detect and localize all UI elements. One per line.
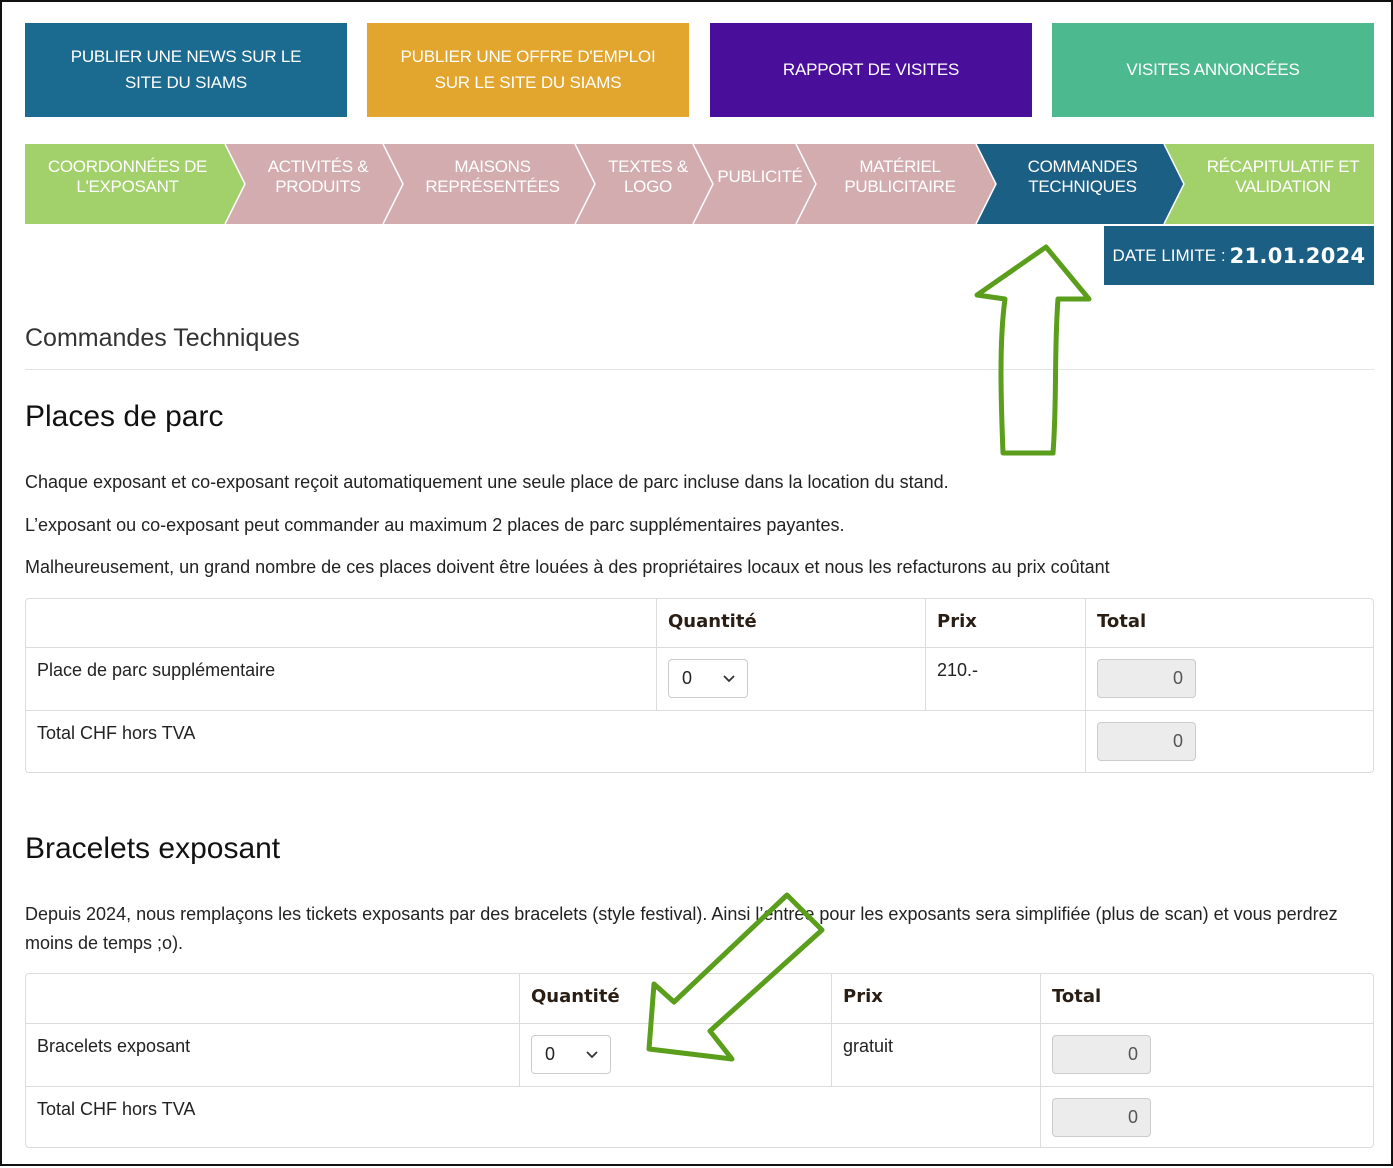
step-label: COMMANDES TECHNIQUES bbox=[1027, 157, 1138, 196]
parking-paragraph-1: Chaque exposant et co-exposant reçoit au… bbox=[25, 472, 949, 492]
step-materiel[interactable]: MATÉRIEL PUBLICITAIRE bbox=[825, 144, 975, 224]
step-progress-bar: COORDONNÉES DE L'EXPOSANT ACTIVITÉS & PR… bbox=[25, 144, 1374, 224]
deadline-label: DATE LIMITE : bbox=[1112, 245, 1226, 265]
select-value: 0 bbox=[682, 668, 693, 688]
step-label: ACTIVITÉS & PRODUITS bbox=[267, 157, 369, 196]
parking-row-total: 0 bbox=[1097, 659, 1196, 698]
publish-job-offer-button[interactable]: PUBLIER UNE OFFRE D'EMPLOI SUR LE SITE D… bbox=[367, 23, 689, 117]
step-commandes-techniques[interactable]: COMMANDES TECHNIQUES bbox=[1000, 144, 1165, 224]
step-coordonnees[interactable]: COORDONNÉES DE L'EXPOSANT bbox=[45, 144, 210, 224]
bracelets-paragraph: Depuis 2024, nous remplaçons les tickets… bbox=[25, 904, 1338, 953]
publish-job-offer-label: PUBLIER UNE OFFRE D'EMPLOI SUR LE SITE D… bbox=[400, 47, 656, 92]
deadline-badge: DATE LIMITE : 21.01.2024 bbox=[1104, 226, 1374, 285]
step-textes-logo[interactable]: TEXTES & LOGO bbox=[603, 144, 693, 224]
table-total-row: Total CHF hors TVA 0 bbox=[26, 710, 1373, 772]
total-cell: 0 bbox=[1085, 647, 1373, 710]
step-label: RÉCAPITULATIF ET VALIDATION bbox=[1206, 157, 1360, 196]
visit-report-label: RAPPORT DE VISITES bbox=[782, 60, 960, 79]
row-price: 210.- bbox=[925, 647, 1085, 710]
step-maisons[interactable]: MAISONS REPRÉSENTÉES bbox=[410, 144, 575, 224]
step-recapitulatif[interactable]: RÉCAPITULATIF ET VALIDATION bbox=[1193, 144, 1373, 224]
total-cell: 0 bbox=[1085, 710, 1373, 772]
deadline-date: 21.01.2024 bbox=[1229, 243, 1366, 268]
step-publicite[interactable]: PUBLICITÉ bbox=[715, 144, 805, 224]
parking-heading: Places de parc bbox=[25, 400, 224, 433]
bracelets-table: Quantité Prix Total Bracelets exposant 0… bbox=[25, 973, 1374, 1148]
col-total-header: Total bbox=[1040, 974, 1373, 1023]
total-cell: 0 bbox=[1040, 1086, 1373, 1147]
row-label: Place de parc supplémentaire bbox=[26, 647, 656, 710]
announced-visits-label: VISITES ANNONCÉES bbox=[1126, 60, 1300, 79]
col-empty bbox=[26, 974, 519, 1023]
col-total-header: Total bbox=[1085, 599, 1373, 647]
table-row: Place de parc supplémentaire 0 210.- 0 bbox=[26, 647, 1373, 710]
bracelets-heading: Bracelets exposant bbox=[25, 832, 281, 865]
table-total-row: Total CHF hors TVA 0 bbox=[26, 1086, 1373, 1147]
bracelets-quantity-select[interactable]: 0 bbox=[531, 1035, 611, 1074]
step-label: COORDONNÉES DE L'EXPOSANT bbox=[47, 157, 208, 196]
table-row: Bracelets exposant 0 gratuit 0 bbox=[26, 1023, 1373, 1086]
col-price-header: Prix bbox=[925, 599, 1085, 647]
total-cell: 0 bbox=[1040, 1023, 1373, 1086]
publish-news-label: PUBLIER UNE NEWS SUR LE SITE DU SIAMS bbox=[70, 47, 302, 92]
parking-grand-total: 0 bbox=[1097, 722, 1196, 761]
parking-table: Quantité Prix Total Place de parc supplé… bbox=[25, 598, 1374, 773]
step-label: MAISONS REPRÉSENTÉES bbox=[425, 157, 560, 196]
col-quantity-header: Quantité bbox=[519, 974, 831, 1023]
parking-paragraph-3: Malheureusement, un grand nombre de ces … bbox=[25, 557, 1110, 577]
title-divider bbox=[25, 369, 1374, 370]
parking-paragraph-2: L’exposant ou co-exposant peut commander… bbox=[25, 515, 845, 535]
bracelets-row-total: 0 bbox=[1052, 1035, 1151, 1074]
quantity-cell: 0 bbox=[519, 1023, 831, 1086]
visit-report-button[interactable]: RAPPORT DE VISITES bbox=[710, 23, 1032, 117]
step-label: TEXTES & LOGO bbox=[608, 157, 688, 196]
row-label: Bracelets exposant bbox=[26, 1023, 519, 1086]
step-activites[interactable]: ACTIVITÉS & PRODUITS bbox=[253, 144, 383, 224]
parking-quantity-select[interactable]: 0 bbox=[668, 659, 748, 698]
up-arrow-icon bbox=[974, 244, 1092, 456]
bracelets-grand-total: 0 bbox=[1052, 1098, 1151, 1137]
select-value: 0 bbox=[545, 1044, 556, 1064]
col-price-header: Prix bbox=[831, 974, 1040, 1023]
total-label: Total CHF hors TVA bbox=[26, 710, 1085, 772]
col-quantity-header: Quantité bbox=[656, 599, 925, 647]
publish-news-button[interactable]: PUBLIER UNE NEWS SUR LE SITE DU SIAMS bbox=[25, 23, 347, 117]
col-empty bbox=[26, 599, 656, 647]
total-label: Total CHF hors TVA bbox=[26, 1086, 1040, 1147]
quantity-cell: 0 bbox=[656, 647, 925, 710]
chevron-down-icon bbox=[723, 674, 735, 682]
announced-visits-button[interactable]: VISITES ANNONCÉES bbox=[1052, 23, 1374, 117]
step-chevrons bbox=[25, 144, 1374, 224]
step-label: PUBLICITÉ bbox=[717, 167, 803, 186]
chevron-down-icon bbox=[586, 1050, 598, 1058]
row-price: gratuit bbox=[831, 1023, 1040, 1086]
step-label: MATÉRIEL PUBLICITAIRE bbox=[844, 157, 956, 196]
page-title: Commandes Techniques bbox=[25, 324, 300, 352]
